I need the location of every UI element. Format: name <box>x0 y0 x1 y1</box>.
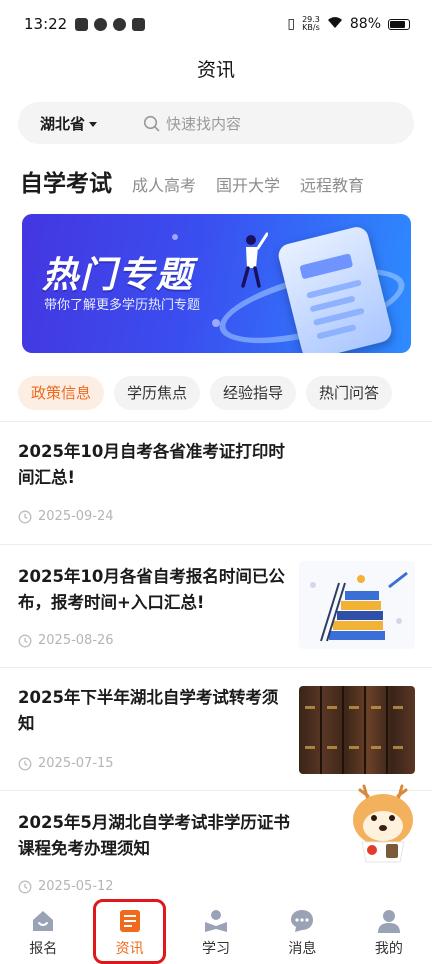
article-title-line: 布，报考时间+入口汇总! <box>18 593 205 612</box>
tab-open-university[interactable]: 国开大学 <box>216 172 280 196</box>
pill-policy-info[interactable]: 政策信息 <box>18 376 105 410</box>
article-date: 2025-07-15 <box>18 756 114 771</box>
article-title-line: 2025年下半年湖北自学考试转考须 <box>18 688 279 707</box>
network-speed: 29.3 KB/s <box>302 16 320 32</box>
nav-label: 我的 <box>374 941 403 957</box>
clock-icon <box>18 634 32 647</box>
pill-education-focus[interactable]: 学历焦点 <box>114 376 201 410</box>
wifi-icon <box>327 16 343 33</box>
hot-topics-banner[interactable]: 热门专题 带你了解更多学历热门专题 <box>22 214 411 353</box>
nav-messages[interactable]: 消息 <box>259 896 345 964</box>
clock-icon <box>18 510 32 523</box>
article-title-line: 2025年5月湖北自学考试非学历证书 <box>18 813 290 832</box>
nav-study[interactable]: 学习 <box>173 896 259 964</box>
status-right: ▯ 29.3 KB/s 88% <box>287 16 410 33</box>
article-title: 2025年下半年湖北自学考试转考须 知 <box>18 685 278 737</box>
article-title-line: 2025年10月自考各省准考证打印时 <box>18 442 285 461</box>
province-label: 湖北省 <box>40 114 86 133</box>
article-title: 2025年10月各省自考报名时间已公 布，报考时间+入口汇总! <box>18 564 285 616</box>
tab-distance-education[interactable]: 远程教育 <box>300 172 364 196</box>
article-date: 2025-08-26 <box>18 633 114 648</box>
article-thumbnail-books-illustration <box>299 561 415 649</box>
nav-register[interactable]: 报名 <box>0 896 86 964</box>
bottom-nav: 报名 资讯 学习 消息 我的 <box>0 896 432 964</box>
pill-experience-guide[interactable]: 经验指导 <box>210 376 297 410</box>
message-bubble-icon <box>291 910 314 932</box>
vibrate-icon: ▯ <box>287 16 296 32</box>
study-reading-icon <box>205 910 228 932</box>
nav-profile[interactable]: 我的 <box>346 896 432 964</box>
article-date-text: 2025-05-12 <box>38 879 114 894</box>
status-bar: 13:22 ▯ 29.3 KB/s 88% <box>0 0 432 48</box>
search-input[interactable]: 快速找内容 <box>143 113 241 134</box>
article-title: 2025年10月自考各省准考证打印时 间汇总! <box>18 439 285 491</box>
nav-label: 学习 <box>202 941 231 957</box>
province-selector[interactable]: 湖北省 <box>40 113 98 134</box>
banner-dot <box>172 234 178 240</box>
page-title: 资讯 <box>196 59 235 81</box>
app-notification-icon <box>75 17 89 31</box>
article-date: 2025-09-24 <box>18 509 114 524</box>
nav-news[interactable]: 资讯 <box>86 896 172 964</box>
article-item[interactable]: 2025年10月自考各省准考证打印时 间汇总! 2025-09-24 <box>0 422 432 544</box>
speed-unit: KB/s <box>302 23 320 32</box>
article-item[interactable]: 2025年下半年湖北自学考试转考须 知 2025-07-15 <box>0 668 432 790</box>
article-title-line: 知 <box>18 714 35 733</box>
article-title-line: 2025年10月各省自考报名时间已公 <box>18 567 285 586</box>
clock-icon <box>18 757 32 770</box>
battery-icon <box>388 18 410 30</box>
article-item[interactable]: 2025年10月各省自考报名时间已公 布，报考时间+入口汇总! 2025-08-… <box>0 545 432 667</box>
crown-icon <box>132 17 146 31</box>
banner-subtitle: 带你了解更多学历热门专题 <box>44 298 201 313</box>
search-placeholder: 快速找内容 <box>166 114 242 133</box>
nav-label: 报名 <box>29 941 58 957</box>
clock-icon <box>18 880 32 893</box>
search-icon <box>143 115 160 131</box>
article-title-line: 间汇总! <box>18 468 76 487</box>
article-date-text: 2025-08-26 <box>38 633 114 648</box>
profile-person-icon <box>377 910 400 933</box>
status-time: 13:22 <box>24 15 68 33</box>
sync-icon <box>94 17 108 31</box>
article-title-line: 课程免考办理须知 <box>18 839 150 858</box>
battery-percent: 88% <box>349 16 381 32</box>
search-row: 湖北省 快速找内容 <box>18 102 414 144</box>
category-tabs: 自学考试 成人高考 国开大学 远程教育 <box>20 164 384 198</box>
tab-self-study-exam[interactable]: 自学考试 <box>20 164 112 198</box>
article-date-text: 2025-07-15 <box>38 756 114 771</box>
banner-figure-illustration <box>241 232 268 288</box>
banner-title: 热门专题 <box>42 255 195 296</box>
floating-mascot-deer-icon[interactable] <box>346 780 420 864</box>
news-document-icon <box>119 910 140 932</box>
article-filter-tabs: 政策信息 学历焦点 经验指导 热门问答 <box>18 376 393 410</box>
register-house-icon <box>33 911 54 931</box>
tab-adult-college-exam[interactable]: 成人高考 <box>132 172 196 196</box>
article-thumbnail-encyclopedia-photo <box>299 686 415 774</box>
article-date-text: 2025-09-24 <box>38 509 114 524</box>
wechat-icon <box>113 17 127 31</box>
article-title: 2025年5月湖北自学考试非学历证书 课程免考办理须知 <box>18 810 290 862</box>
caret-down-icon <box>89 121 98 127</box>
article-date: 2025-05-12 <box>18 879 114 894</box>
nav-label: 消息 <box>288 941 317 957</box>
pill-hot-qa[interactable]: 热门问答 <box>306 376 393 410</box>
nav-label: 资讯 <box>115 941 144 957</box>
